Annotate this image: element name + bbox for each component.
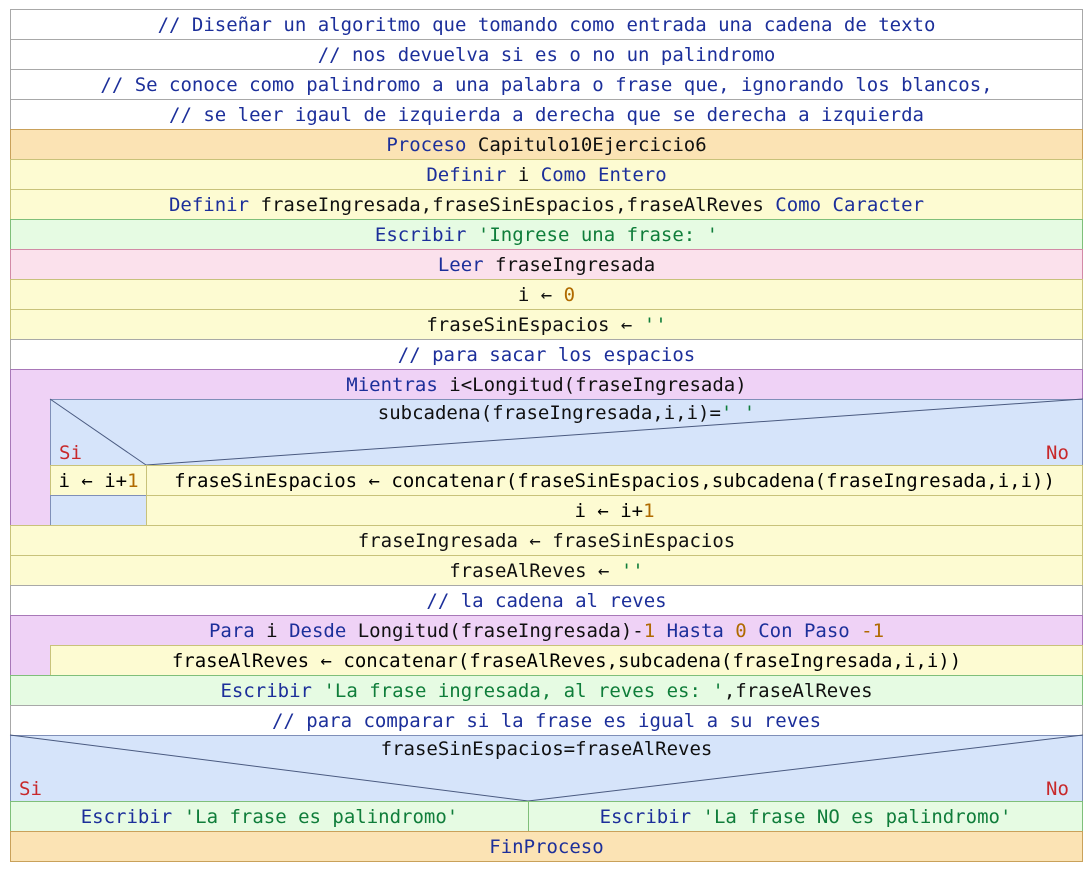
number-literal: -1 [861,620,885,642]
increment-statement[interactable]: i ← i+ 1 [146,495,1083,526]
write-variable: ,fraseAlReves [723,679,873,702]
comment-text: // se leer igaul de izquierda a derecha … [169,103,924,126]
for-variable: i [266,620,278,642]
if-2-yes-label: Si [19,778,42,800]
assign-arrow: ← [540,283,553,306]
if-1-yes-branch[interactable]: i ← i+ 1 [50,465,147,496]
write-statement-2[interactable]: Escribir 'La frase ingresada, al reves e… [10,675,1083,706]
comment-text: // para sacar los espacios [397,343,696,366]
keyword-fin-proceso: FinProceso [489,835,604,858]
if-2-no-label: No [1046,778,1069,800]
if-1-no-label: No [1046,442,1069,464]
process-header[interactable]: Proceso Capitulo10Ejercicio6 [10,129,1083,160]
keyword-desde: Desde [289,620,347,642]
assign-lhs: fraseSinEspacios [426,313,610,336]
comment-line-6: // la cadena al reves [10,585,1083,616]
comment-text: // Se conoce como palindromo a una palab… [100,73,993,96]
string-literal: 'Ingrese una frase: ' [477,223,719,246]
concat-statement: fraseAlReves ← concatenar(fraseAlReves,s… [171,649,962,672]
string-literal: '' [643,313,667,336]
comment-line-2: // nos devuelva si es o no un palindromo [10,39,1083,70]
keyword-hasta: Hasta [666,620,724,642]
comment-line-3: // Se conoce como palindromo a una palab… [10,69,1083,100]
if-2-no-branch[interactable]: Escribir 'La frase NO es palindromo' [528,801,1083,832]
while-condition: i<Longitud(fraseIngresada) [449,374,747,396]
string-literal: '' [620,559,644,582]
write-statement-1[interactable]: Escribir 'Ingrese una frase: ' [10,219,1083,250]
comment-line-4: // se leer igaul de izquierda a derecha … [10,99,1083,130]
keyword-definir: Definir [168,193,250,216]
concat-statement: fraseSinEspacios ← concatenar(fraseSinEs… [174,469,1055,492]
process-end[interactable]: FinProceso [10,831,1083,862]
comment-text: // la cadena al reves [426,589,667,612]
keyword-escribir: Escribir [374,223,467,246]
assign-lhs: i [517,283,530,306]
number-literal: 0 [735,620,747,642]
assign-expression: fraseIngresada ← fraseSinEspacios [357,529,736,552]
keyword-como: Como [540,163,587,186]
assign-lhs: fraseAlReves [449,559,598,582]
comment-line-1: // Diseñar un algoritmo que tomando como… [10,9,1083,40]
define-vars: fraseIngresada,fraseSinEspacios,fraseAlR… [260,193,764,216]
assign-fse-empty[interactable]: fraseSinEspacios ← '' [10,309,1083,340]
process-name: Capitulo10Ejercicio6 [477,133,707,156]
keyword-mientras: Mientras [346,374,438,396]
keyword-entero: Entero [598,163,667,186]
number-literal: 1 [643,499,655,522]
if-1-triangle [49,398,1084,466]
keyword-proceso: Proceso [386,133,467,156]
define-vars: i [517,163,530,186]
number-literal: 0 [563,283,576,306]
keyword-escribir: Escribir [80,805,173,828]
for-from: Longitud(fraseIngresada)- [357,620,644,642]
assign-far-empty[interactable]: fraseAlReves ← '' [10,555,1083,586]
if-2-yes-branch[interactable]: Escribir 'La frase es palindromo' [10,801,529,832]
assign-arrow: ← [81,469,93,492]
comment-text: // para comparar si la frase es igual a … [271,709,822,732]
number-literal: 1 [643,620,656,642]
number-literal: 1 [127,469,139,492]
assign-rhs: i+ [92,469,128,492]
comment-text: // Diseñar un algoritmo que tomando como… [157,13,936,36]
keyword-leer: Leer [437,253,484,276]
if-2-triangle [9,734,1084,802]
assign-arrow: ← [597,559,610,582]
keyword-escribir: Escribir [220,679,312,702]
if-1-no-branch[interactable]: fraseSinEspacios ← concatenar(fraseSinEs… [146,465,1083,496]
keyword-caracter: Caracter [832,193,925,216]
define-integer-statement[interactable]: Definir i Como Entero [10,159,1083,190]
string-literal: 'La frase es palindromo' [183,805,459,828]
read-variable: fraseIngresada [495,253,656,276]
keyword-para: Para [208,620,255,642]
string-literal: 'La frase NO es palindromo' [702,805,1012,828]
keyword-definir: Definir [426,163,507,186]
assign-i-zero[interactable]: i ← 0 [10,279,1083,310]
read-statement[interactable]: Leer fraseIngresada [10,249,1083,280]
for-body-statement[interactable]: fraseAlReves ← concatenar(fraseAlReves,s… [50,645,1083,676]
keyword-como: Como [775,193,822,216]
assign-arrow: ← [620,313,633,336]
keyword-escribir: Escribir [599,805,692,828]
if-1-yes-label: Si [59,442,82,464]
define-string-statement[interactable]: Definir fraseIngresada,fraseSinEspacios,… [10,189,1083,220]
string-literal: 'La frase ingresada, al reves es: ' [323,679,724,702]
assign-lhs: i [58,469,82,492]
comment-line-7: // para comparar si la frase es igual a … [10,705,1083,736]
assign-fi[interactable]: fraseIngresada ← fraseSinEspacios [10,525,1083,556]
comment-line-5: // para sacar los espacios [10,339,1083,370]
increment-expression: i ← i+ [574,499,644,522]
keyword-con-paso: Con Paso [758,620,850,642]
if-1-yes-empty [50,495,147,526]
comment-text: // nos devuelva si es o no un palindromo [317,43,776,66]
